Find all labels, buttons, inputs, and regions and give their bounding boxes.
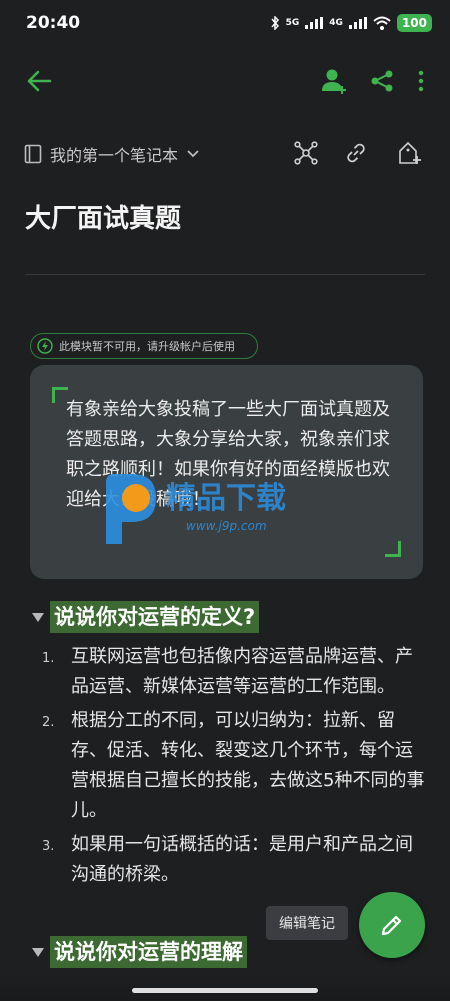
list-item-text: 如果用一句话概括的话：是用户和产品之间沟通的桥梁。: [71, 834, 413, 885]
notebook-selector[interactable]: 我的第一个笔记本: [24, 136, 200, 172]
network-4g-label: 4G: [329, 18, 343, 28]
collapse-caret-icon[interactable]: [32, 612, 44, 622]
section-heading-text: 说说你对运营的理解: [50, 936, 247, 968]
status-bar: 20:40 5G 4G 100: [0, 0, 450, 46]
chevron-down-icon: [187, 150, 199, 158]
list-item[interactable]: 2. 根据分工的不同，可以归纳为：拉新、留存、促活、转化、裂变这几个环节，每个运…: [42, 706, 427, 826]
home-indicator[interactable]: [132, 988, 318, 993]
more-options-button[interactable]: [410, 64, 432, 98]
share-icon: [371, 70, 393, 92]
notebook-icon: [24, 144, 42, 164]
signal-icon-2: [348, 17, 367, 29]
note-title[interactable]: 大厂面试真题: [25, 198, 181, 235]
add-tag-button[interactable]: [394, 138, 426, 168]
wifi-icon: [373, 16, 391, 30]
ordered-list: 1. 互联网运营也包括像内容运营品牌运营、产品运营、新媒体运营等运营的工作范围。…: [42, 642, 427, 894]
collapse-caret-icon[interactable]: [32, 947, 44, 957]
quote-bracket-bottom-right: [385, 541, 401, 557]
bluetooth-icon: [271, 16, 279, 30]
back-arrow-icon: [27, 70, 52, 92]
share-button[interactable]: [366, 64, 398, 98]
notebook-name: 我的第一个笔记本: [50, 146, 179, 165]
add-user-icon: [322, 69, 346, 94]
mind-map-icon: [294, 141, 318, 165]
upgrade-notice-text: 此模块暂不可用，请升级帐户后使用: [59, 340, 235, 353]
link-icon: [347, 143, 365, 163]
list-item-number: 2.: [42, 715, 55, 730]
bottom-fade: [0, 972, 450, 1001]
list-item[interactable]: 3. 如果用一句话概括的话：是用户和产品之间沟通的桥梁。: [42, 830, 427, 890]
more-vert-icon: [418, 70, 424, 92]
back-button[interactable]: [22, 64, 56, 98]
upgrade-notice[interactable]: 此模块暂不可用，请升级帐户后使用: [30, 333, 258, 359]
status-indicators: 5G 4G 100: [270, 14, 432, 32]
list-item[interactable]: 1. 互联网运营也包括像内容运营品牌运营、产品运营、新媒体运营等运营的工作范围。: [42, 642, 427, 702]
list-item-number: 3.: [42, 839, 55, 854]
list-item-text: 根据分工的不同，可以归纳为：拉新、留存、促活、转化、裂变这几个环节，每个运营根据…: [71, 710, 425, 821]
list-item-text: 互联网运营也包括像内容运营品牌运营、产品运营、新媒体运营等运营的工作范围。: [71, 646, 413, 697]
mind-map-button[interactable]: [291, 138, 321, 168]
section-heading-1[interactable]: 说说你对运营的定义?: [32, 601, 260, 633]
quote-text: 有象亲给大象投稿了一些大厂面试真题及答题思路，大象分享给大家，祝象亲们求职之路顺…: [66, 399, 390, 510]
title-divider: [25, 274, 425, 275]
edit-pencil-icon: [381, 915, 402, 936]
edit-note-button[interactable]: [359, 892, 425, 958]
edit-note-tooltip: 编辑笔记: [266, 906, 348, 940]
add-collaborator-button[interactable]: [318, 64, 350, 98]
add-tag-icon: [399, 141, 421, 164]
link-button[interactable]: [341, 138, 371, 168]
top-app-bar: [0, 56, 450, 106]
section-heading-2[interactable]: 说说你对运营的理解: [32, 936, 247, 968]
battery-indicator: 100: [396, 14, 432, 32]
signal-icon-1: [305, 17, 324, 29]
lightning-icon: [37, 338, 53, 354]
quote-block[interactable]: 有象亲给大象投稿了一些大厂面试真题及答题思路，大象分享给大家，祝象亲们求职之路顺…: [30, 365, 423, 579]
status-time: 20:40: [26, 13, 81, 33]
section-heading-text: 说说你对运营的定义?: [50, 601, 260, 633]
list-item-number: 1.: [42, 651, 55, 666]
network-5g-label: 5G: [285, 18, 300, 28]
